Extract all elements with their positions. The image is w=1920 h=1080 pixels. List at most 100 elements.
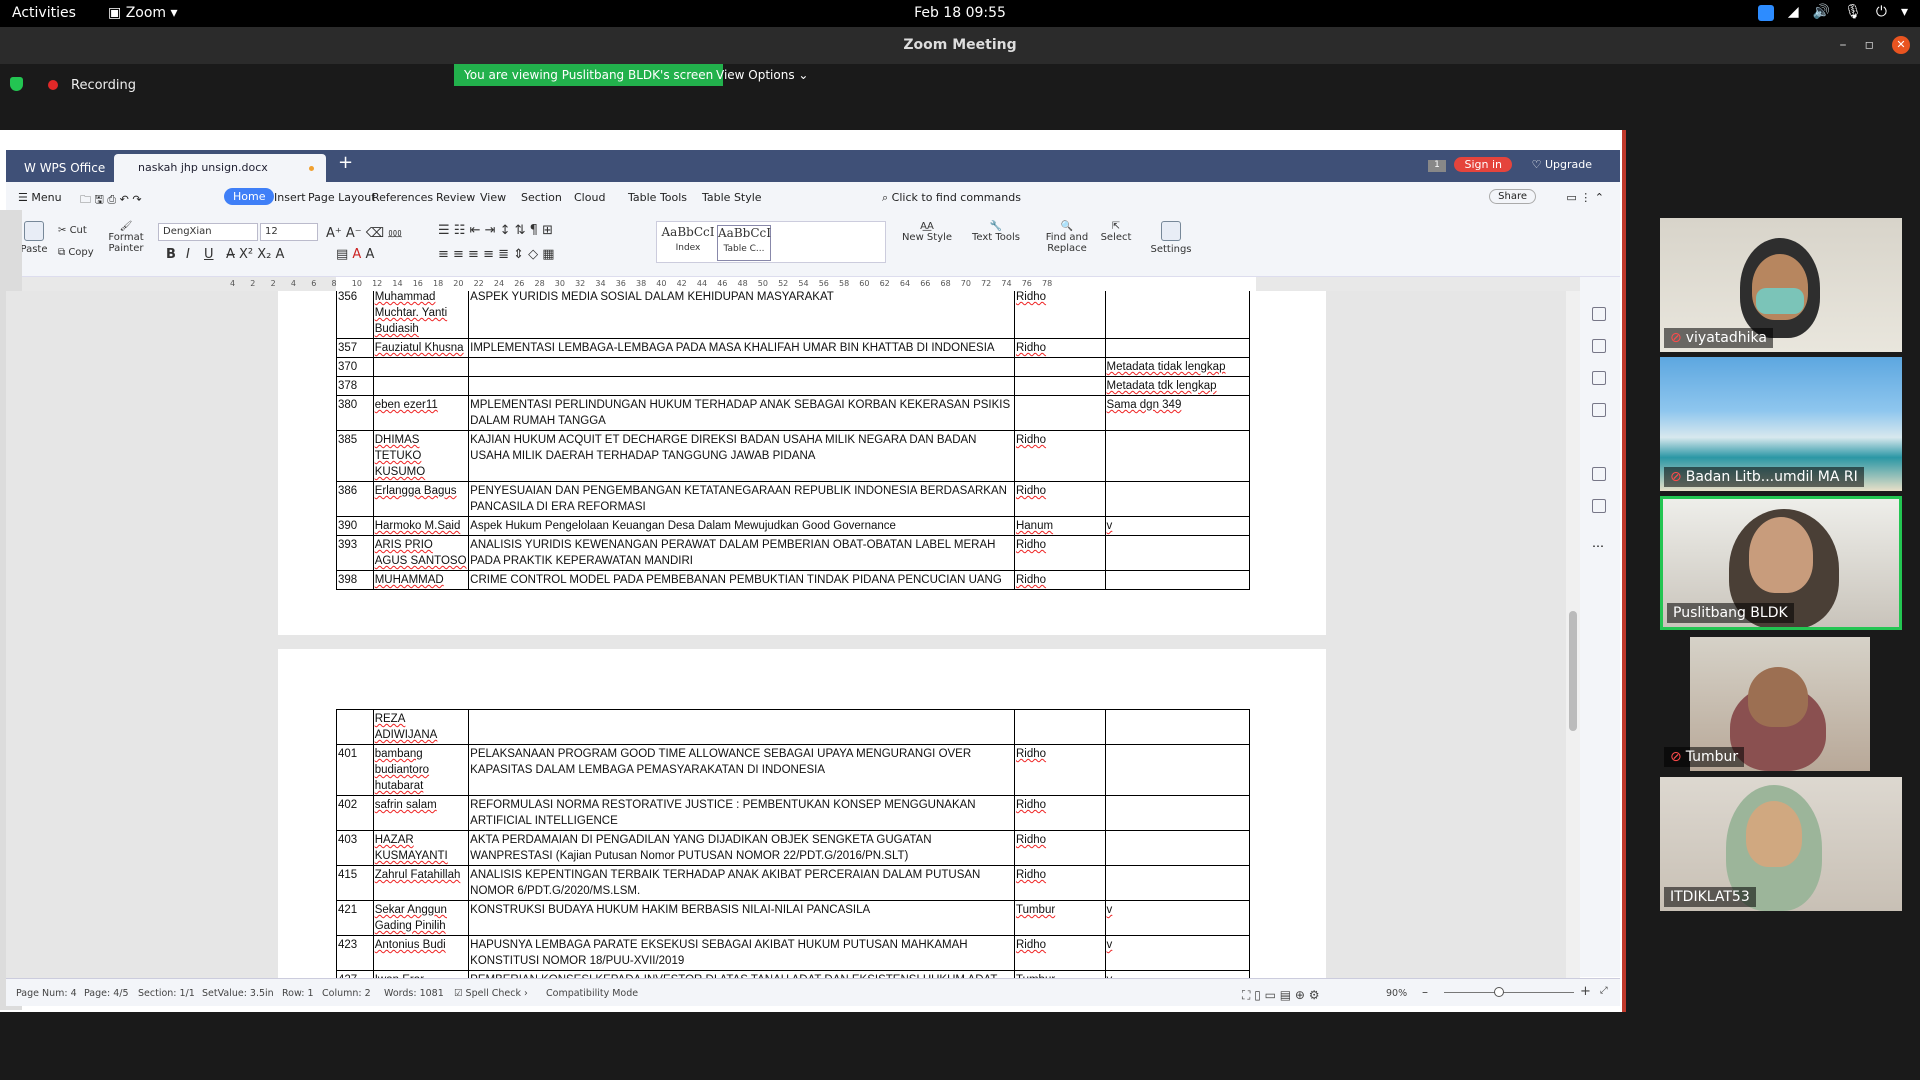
table-row[interactable]: 386 Erlangga Bagus PENYESUAIAN DAN PENGEMB… [336,481,1251,517]
minimize-icon[interactable]: – [1840,27,1847,64]
sign-in-button[interactable]: Sign in [1454,157,1512,172]
cell-number[interactable]: 380 [336,395,374,431]
table-row[interactable]: 393 ARIS PRIO AGUS SANTOSO ANALISIS YURIDI… [336,535,1251,571]
cell-reviewer[interactable] [1013,709,1106,745]
tab-insert[interactable]: Insert [274,191,306,204]
cell-reviewer[interactable]: Tumbur [1013,970,1106,978]
participant-tile-active-speaker[interactable]: Puslitbang BLDK [1660,496,1902,630]
upgrade-button[interactable]: ♡ Upgrade [1532,158,1592,171]
zoom-out-icon[interactable]: – [1422,985,1428,999]
pointer-icon[interactable] [1592,339,1606,353]
cell-author[interactable]: HAZAR KUSMAYANTI [372,830,470,866]
table-row[interactable]: 398 MUHAMMAD CRIME CONTROL MODEL PADA PEMB… [336,570,1251,590]
table-row[interactable]: 423 Antonius Budi HAPUSNYA LEMBAGA PARATE … [336,935,1251,971]
cell-note[interactable] [1104,481,1251,517]
caret-down-icon[interactable]: ▾ [1901,4,1908,21]
cell-title[interactable] [468,357,1015,377]
underline-button[interactable]: U [204,247,214,262]
cell-note[interactable] [1104,570,1251,590]
volume-icon[interactable]: 🔊 [1813,4,1830,21]
menu-button[interactable]: ☰ Menu [18,191,62,204]
cell-number[interactable]: 415 [336,865,374,901]
cell-reviewer[interactable] [1013,376,1106,396]
font-size-select[interactable]: 12 [260,223,318,241]
cell-title[interactable] [468,376,1015,396]
cell-note[interactable]: v [1104,970,1251,978]
cut-button[interactable]: ✂ Cut [58,225,87,236]
tab-table-style[interactable]: Table Style [702,191,762,204]
cell-title[interactable]: ANALISIS KEPENTINGAN TERBAIK TERHADAP AN… [468,865,1015,901]
cell-author[interactable]: Harmoko M.Said [372,516,470,536]
format-painter-button[interactable]: 🖌 Format Painter [106,221,146,254]
cell-reviewer[interactable] [1013,357,1106,377]
share-button[interactable]: Share [1489,189,1536,204]
participant-tile[interactable]: ITDIKLAT53 [1660,777,1902,911]
recording-label[interactable]: Recording [71,78,136,93]
cell-author[interactable]: Zahrul Fatahillah [372,865,470,901]
register-table-page-4[interactable]: 356 Muhammad Muchtar. Yanti Budiasih ASPEK… [336,291,1251,590]
vertical-scrollbar[interactable] [1566,291,1580,978]
cell-note[interactable]: Metadata tidak lengkap [1104,357,1251,377]
cell-title[interactable]: ASPEK YURIDIS MEDIA SOSIAL DALAM KEHIDUP… [468,291,1015,339]
scrollbar-thumb[interactable] [1569,611,1577,731]
table-row[interactable]: REZA ADIWIJANA [336,709,1251,745]
cell-reviewer[interactable]: Ridho [1013,430,1106,482]
tab-view[interactable]: View [480,191,506,204]
zoom-tray-icon[interactable] [1757,5,1774,21]
cell-reviewer[interactable]: Ridho [1013,338,1106,358]
table-row[interactable]: 370 Metadata tidak lengkap [336,357,1251,377]
cell-title[interactable]: CRIME CONTROL MODEL PADA PEMBEBANAN PEMB… [468,570,1015,590]
activities-button[interactable]: Activities [12,5,76,21]
align-buttons[interactable]: ≡ ≡ ≡ ≡ ≣ ⇕ ◇ ▦ [438,247,555,262]
cell-reviewer[interactable]: Ridho [1013,865,1106,901]
cell-number[interactable]: 401 [336,744,374,796]
cell-reviewer[interactable]: Ridho [1013,570,1106,590]
table-row[interactable]: 421 Sekar Anggun Gading Pinilih KONSTRUKSI… [336,900,1251,936]
cell-number[interactable]: 427 [336,970,374,978]
style-index[interactable]: AaBbCcI Index [661,225,715,261]
cell-reviewer[interactable] [1013,395,1106,431]
cell-number[interactable]: 386 [336,481,374,517]
cell-note[interactable] [1104,338,1251,358]
find-replace-button[interactable]: 🔍 Find and Replace [1042,221,1092,254]
document-canvas[interactable]: 356 Muhammad Muchtar. Yanti Budiasih ASPEK… [6,291,1580,978]
cell-author[interactable]: ARIS PRIO AGUS SANTOSO [372,535,470,571]
cell-author[interactable]: Erlangga Bagus [372,481,470,517]
close-icon[interactable]: ✕ [1892,36,1910,54]
register-table-page-5[interactable]: REZA ADIWIJANA 401 bambang budiantoro huta… [336,709,1251,978]
cell-author[interactable]: Muhammad Muchtar. Yanti Budiasih [372,291,470,339]
cell-number[interactable]: 402 [336,795,374,831]
highlight-font-color-buttons[interactable]: ▤ A A [336,247,374,262]
cell-note[interactable] [1104,291,1251,339]
cell-note[interactable] [1104,744,1251,796]
zoom-slider-track[interactable] [1444,992,1574,993]
backup-icon[interactable] [1592,499,1606,513]
style-table-contents[interactable]: AaBbCcI Table C... [717,225,771,261]
participant-tile[interactable]: ⊘ Tumbur [1660,637,1902,771]
outline-icon[interactable] [1592,403,1606,417]
cell-author[interactable] [372,376,470,396]
zoom-in-icon[interactable]: + [1580,984,1591,999]
cell-number[interactable]: 393 [336,535,374,571]
cell-author[interactable]: REZA ADIWIJANA [372,709,470,745]
settings-button[interactable]: Settings [1146,221,1196,255]
view-mode-icons[interactable]: ⛶ ▯ ▭ ▤ ⊕ ⚙ [1242,988,1320,1003]
select-button[interactable]: ⇱ Select [1096,221,1136,243]
cell-number[interactable]: 398 [336,570,374,590]
cell-number[interactable] [336,709,374,745]
cell-reviewer[interactable]: Tumbur [1013,900,1106,936]
microphone-icon[interactable]: 🎙 [1844,4,1862,21]
table-row[interactable]: 402 safrin salam REFORMULASI NORMA RESTORA… [336,795,1251,831]
participant-tile[interactable]: ⊘ viyatadhika [1660,218,1902,352]
table-row[interactable]: 403 HAZAR KUSMAYANTI AKTA PERDAMAIAN DI PE… [336,830,1251,866]
status-section[interactable]: Section: 1/1 [138,988,195,999]
maximize-icon[interactable]: ▫ [1865,27,1875,64]
cell-note[interactable] [1104,865,1251,901]
cell-reviewer[interactable]: Ridho [1013,291,1106,339]
cell-note[interactable]: Sama dgn 349 [1104,395,1251,431]
more-icon[interactable]: ⋯ [1592,539,1604,553]
cell-author[interactable]: safrin salam [372,795,470,831]
horizontal-ruler[interactable]: 4 2 2 4 6 8 10 12 14 16 18 20 22 24 26 28 30 32 34 36 38 40 42… [6,277,1620,291]
cell-title[interactable]: PEMBERIAN KONSESI KEPADA INVESTOR DI ATA… [468,970,1015,978]
font-size-buttons[interactable]: A⁺ A⁻ ⌫ ⅏ [326,223,402,241]
